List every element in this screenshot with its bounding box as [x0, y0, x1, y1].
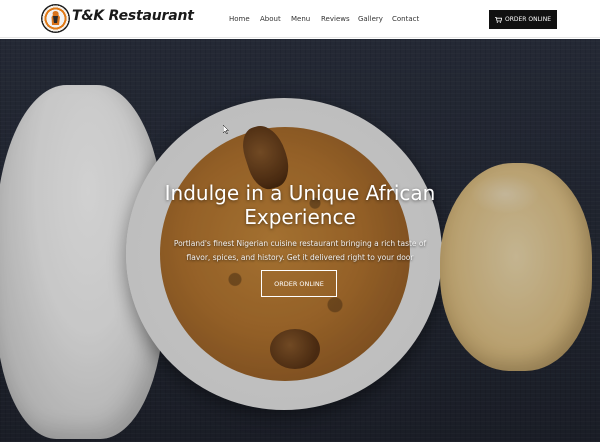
order-online-button[interactable]: ORDER ONLINE — [489, 10, 557, 29]
nav-about[interactable]: About — [260, 15, 281, 23]
nav-contact[interactable]: Contact — [392, 15, 419, 23]
cart-icon — [495, 16, 502, 23]
nav-reviews[interactable]: Reviews — [321, 15, 350, 23]
mouse-cursor-icon — [223, 125, 229, 134]
nav-gallery[interactable]: Gallery — [358, 15, 383, 23]
site-header: T&K Restaurant Home About Menu Reviews G… — [0, 0, 600, 38]
order-online-label: ORDER ONLINE — [505, 16, 551, 23]
hero-order-online-button[interactable]: ORDER ONLINE — [261, 270, 337, 297]
hero-subtitle: Portland's finest Nigerian cuisine resta… — [173, 239, 427, 262]
hero-title: Indulge in a Unique African Experience — [164, 181, 436, 229]
hero-section: Indulge in a Unique African Experience P… — [0, 39, 600, 442]
nav-menu[interactable]: Menu — [291, 15, 310, 23]
nav-home[interactable]: Home — [229, 15, 250, 23]
